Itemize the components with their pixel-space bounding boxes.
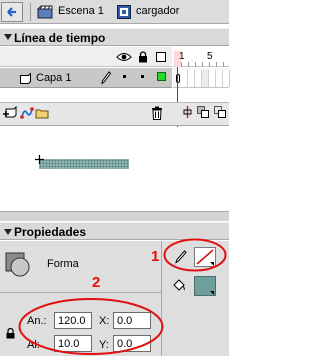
timeline-empty-area [0,89,172,102]
layer-name[interactable]: Capa 1 [36,72,71,84]
frame-cell[interactable] [216,70,223,87]
lock-icon[interactable] [6,328,15,339]
back-arrow-icon[interactable] [1,2,23,22]
paint-bucket-icon [173,279,185,291]
ruler-tick [181,62,182,67]
shape-type-icon [5,252,30,277]
properties-title: Propiedades [14,225,87,239]
lock-icon[interactable] [138,51,148,63]
annotation-oval-1 [163,238,227,272]
panel-separator [0,211,229,221]
timeline-title: Línea de tiempo [14,31,106,45]
frame-cell[interactable] [195,70,202,87]
insert-layer-icon[interactable] [3,106,17,120]
ruler-tick [223,62,224,67]
onion-skin-outlines-icon[interactable] [214,106,226,118]
frame-cell[interactable] [209,70,216,87]
eye-icon[interactable] [116,52,132,62]
registration-point-icon [35,155,44,164]
scene-bar [0,0,229,24]
center-frame-icon[interactable] [182,106,193,118]
collapse-triangle-icon[interactable] [4,229,12,235]
outline-square-icon[interactable] [156,52,166,62]
layer-page-icon [20,73,31,84]
shape-type-label: Forma [47,258,79,270]
scene-name[interactable]: Escena 1 [58,5,104,17]
ruler-tick [209,62,210,67]
annotation-label-1: 1 [151,248,160,265]
collapse-triangle-icon[interactable] [4,34,12,40]
ruler-tick [188,62,189,67]
onion-skin-icon[interactable] [197,106,209,118]
symbol-name[interactable]: cargador [136,5,179,17]
layer-outline-color[interactable] [157,72,166,81]
ruler-tick [195,62,196,67]
selected-rectangle-shape[interactable] [39,159,129,169]
frame-cell[interactable] [181,70,188,87]
stage-canvas[interactable] [0,127,229,211]
insert-layer-folder-icon[interactable] [35,106,49,120]
layer-lock-dot[interactable] [141,75,144,78]
frame-cell[interactable] [188,70,195,87]
fill-color-swatch[interactable] [194,276,216,296]
ruler-tick [216,62,217,67]
properties-divider [0,292,161,293]
scene-clapper-icon [37,5,53,19]
pencil-icon [101,71,111,85]
add-motion-guide-icon[interactable] [20,106,34,120]
frame-cell[interactable] [202,70,209,87]
frame-cell[interactable] [223,70,230,87]
scene-bar-divider [30,3,31,21]
layer-visibility-dot[interactable] [123,75,126,78]
swatch-dropdown-corner-icon [210,291,214,295]
trash-icon[interactable] [151,106,163,120]
frame-number-1: 1 [179,51,185,62]
annotation-oval-2 [18,298,164,355]
movieclip-symbol-icon [117,5,131,19]
annotation-label-2: 2 [92,274,101,291]
frame-number-5: 5 [207,51,213,62]
ruler-tick [202,62,203,67]
